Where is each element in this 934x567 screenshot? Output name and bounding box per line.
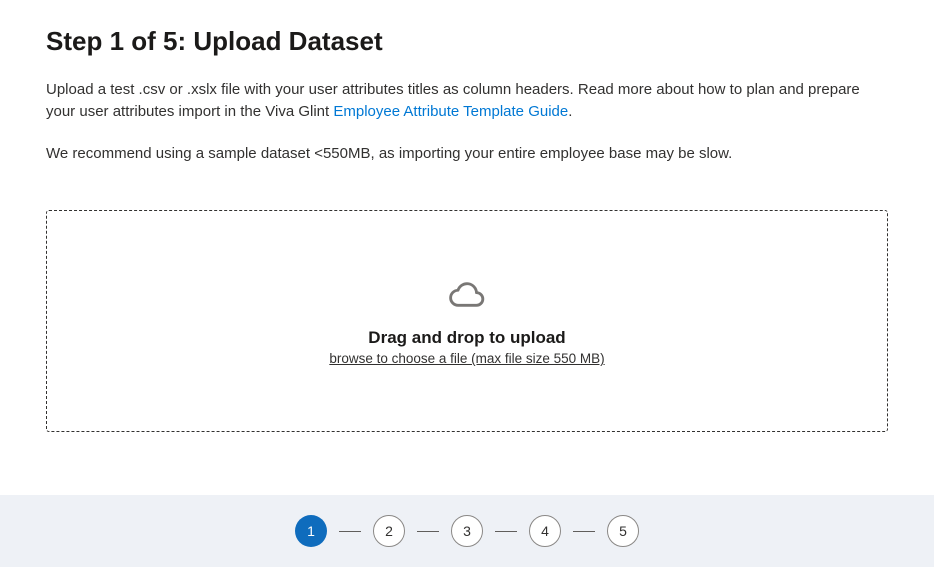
upload-instructions: Upload a test .csv or .xslx file with yo… [46, 79, 888, 123]
step-connector [495, 531, 517, 532]
cloud-icon [448, 276, 486, 314]
stepper-bar: 1 2 3 4 5 [0, 495, 934, 567]
step-connector [339, 531, 361, 532]
step-3[interactable]: 3 [451, 515, 483, 547]
upload-browse-text[interactable]: browse to choose a file (max file size 5… [329, 351, 604, 366]
step-2[interactable]: 2 [373, 515, 405, 547]
recommendation-text: We recommend using a sample dataset <550… [46, 143, 888, 165]
step-connector [417, 531, 439, 532]
upload-heading: Drag and drop to upload [368, 328, 565, 348]
step-1[interactable]: 1 [295, 515, 327, 547]
step-4[interactable]: 4 [529, 515, 561, 547]
step-connector [573, 531, 595, 532]
step-5[interactable]: 5 [607, 515, 639, 547]
instructions-text-2: . [568, 103, 572, 120]
template-guide-link[interactable]: Employee Attribute Template Guide [333, 103, 568, 120]
page-title: Step 1 of 5: Upload Dataset [46, 26, 888, 57]
upload-dropzone[interactable]: Drag and drop to upload browse to choose… [46, 210, 888, 432]
